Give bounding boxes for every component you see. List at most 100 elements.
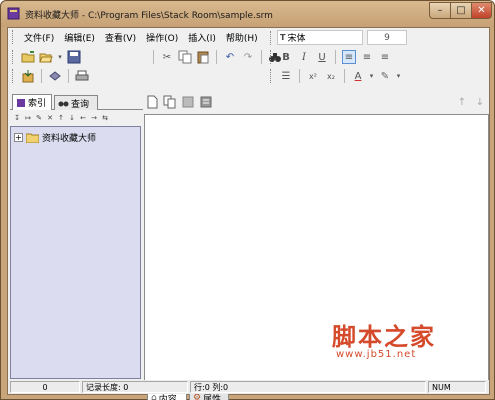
toolbar-separator (261, 50, 262, 64)
tree-node-root[interactable]: + 资料收藏大师 (14, 131, 96, 144)
watermark-title: 脚本之家 (332, 322, 436, 351)
tools-toolbar-grip[interactable] (12, 69, 15, 83)
tab-query-label: 查询 (71, 99, 90, 110)
print-icon[interactable] (75, 69, 89, 83)
app-book-icon (7, 7, 20, 20)
status-record-length: 记录长度: 0 (82, 381, 188, 393)
status-num: NUM (428, 381, 486, 393)
new-folder-icon[interactable] (21, 50, 35, 64)
file-toolbar: ▾ ✂ ↶ ↷ (12, 48, 284, 66)
tab-index[interactable]: 索引 (12, 94, 52, 110)
format-toolbar-2: ☰ x² x₂ A ▾ ✎ ▾ (270, 67, 403, 85)
font-color-icon[interactable]: A (351, 69, 365, 83)
menu-help[interactable]: 帮助(H) (221, 31, 263, 44)
highlight-icon[interactable]: ✎ (378, 69, 392, 83)
index-tree[interactable]: + 资料收藏大师 (10, 126, 141, 379)
underline-button[interactable]: U (315, 50, 329, 64)
fontbar-grip[interactable] (270, 30, 273, 45)
tree-tool-up-icon[interactable]: ↑ (56, 113, 66, 123)
format-toolbar: B I U ≡ ≡ ≡ (270, 48, 394, 66)
toolbar-separator (344, 69, 345, 83)
bullets-icon[interactable]: ☰ (279, 69, 293, 83)
watermark: 脚本之家 www.jb51.net (332, 317, 456, 365)
format-toolbar-grip[interactable] (270, 50, 273, 64)
index-book-icon (17, 98, 25, 107)
tree-expander[interactable]: + (14, 133, 23, 142)
status-count: 0 (10, 381, 80, 393)
content-tab-icon: ⌂ (151, 393, 157, 400)
doc-delete-icon[interactable] (181, 95, 195, 109)
redo-icon[interactable]: ↷ (241, 50, 255, 64)
format-toolbar-2-grip[interactable] (270, 69, 273, 83)
menu-insert[interactable]: 插入(I) (183, 31, 221, 44)
tree-tool-sort-icon[interactable]: ⇆ (100, 113, 110, 123)
app-window: 资料收藏大师 - C:\Program Files\Stack Room\sam… (0, 0, 495, 400)
italic-button[interactable]: I (297, 50, 311, 64)
maximize-button[interactable]: □ (450, 2, 472, 19)
tab-query[interactable]: 查询 (54, 95, 98, 110)
font-name-select[interactable]: T 宋体 (277, 30, 363, 45)
index-panel: 索引 查询 ↧ ↦ ✎ ✕ ↑ ↓ ← → ⇆ + 资料收藏大师 (10, 94, 143, 379)
window-title: 资料收藏大师 - C:\Program Files\Stack Room\sam… (25, 11, 273, 21)
tree-tool-down-icon[interactable]: ↓ (67, 113, 77, 123)
tab-index-label: 索引 (28, 99, 47, 109)
align-left-button[interactable]: ≡ (342, 50, 356, 64)
toolbar-separator (335, 50, 336, 64)
tools-toolbar (12, 67, 91, 85)
status-position: 行:0 列:0 (190, 381, 426, 393)
tree-tool-right-icon[interactable]: → (89, 113, 99, 123)
minimize-button[interactable]: – (429, 2, 451, 19)
export-icon[interactable] (48, 69, 62, 83)
tree-tool-insert-icon[interactable]: ↧ (12, 113, 22, 123)
binoculars-icon (58, 101, 69, 107)
tree-tool-rename-icon[interactable]: ✎ (34, 113, 44, 123)
align-center-button[interactable]: ≡ (360, 50, 374, 64)
tree-tool-left-icon[interactable]: ← (78, 113, 88, 123)
font-size-select[interactable]: 9 (367, 30, 407, 45)
document-toolbar: ↑ ↓ (143, 95, 489, 109)
file-toolbar-grip[interactable] (12, 50, 15, 64)
doc-new-icon[interactable] (145, 95, 159, 109)
doc-props-icon[interactable] (199, 95, 213, 109)
paste-icon[interactable] (196, 50, 210, 64)
title-bar[interactable]: 资料收藏大师 - C:\Program Files\Stack Room\sam… (1, 1, 494, 27)
copy-icon[interactable] (178, 50, 192, 64)
toolbar-separator (299, 69, 300, 83)
font-toolbar: T 宋体 9 (270, 29, 407, 46)
bold-button[interactable]: B (279, 50, 293, 64)
import-icon[interactable] (21, 69, 35, 83)
menu-grip[interactable] (12, 30, 15, 44)
toolbar-separator (41, 69, 42, 83)
tree-tool-delete-icon[interactable]: ✕ (45, 113, 55, 123)
open-dropdown-icon[interactable]: ▾ (57, 50, 63, 64)
toolbar-separator (68, 69, 69, 83)
align-right-button[interactable]: ≡ (378, 50, 392, 64)
menu-file[interactable]: 文件(F) (19, 31, 59, 44)
superscript-icon[interactable]: x² (306, 69, 320, 83)
tree-toolbar: ↧ ↦ ✎ ✕ ↑ ↓ ← → ⇆ (10, 112, 143, 124)
menu-view[interactable]: 查看(V) (100, 31, 141, 44)
font-color-dropdown-icon[interactable]: ▾ (369, 69, 374, 83)
close-button[interactable]: ✕ (471, 2, 492, 19)
next-record-icon[interactable]: ↓ (473, 95, 487, 109)
menu-operate[interactable]: 操作(O) (141, 31, 183, 44)
tree-tool-child-icon[interactable]: ↦ (23, 113, 33, 123)
save-icon[interactable] (67, 50, 81, 64)
cut-icon[interactable]: ✂ (160, 50, 174, 64)
watermark-url: www.jb51.net (336, 349, 417, 360)
prev-record-icon[interactable]: ↑ (455, 95, 469, 109)
highlight-dropdown-icon[interactable]: ▾ (396, 69, 401, 83)
properties-tab-icon: ⚙ (193, 393, 202, 400)
tree-node-label: 资料收藏大师 (42, 134, 97, 144)
menu-edit[interactable]: 编辑(E) (59, 31, 100, 44)
subscript-icon[interactable]: x₂ (324, 69, 338, 83)
open-icon[interactable] (39, 50, 53, 64)
font-name-value: 宋体 (287, 34, 306, 44)
doc-nav: ↑ ↓ (453, 95, 489, 109)
undo-icon[interactable]: ↶ (223, 50, 237, 64)
folder-icon (26, 133, 39, 143)
menu-bar: 文件(F) 编辑(E) 查看(V) 操作(O) 插入(I) 帮助(H) (8, 28, 268, 46)
toolbar-separator (216, 50, 217, 64)
toolbar-separator (153, 50, 154, 64)
doc-copy-icon[interactable] (163, 95, 177, 109)
